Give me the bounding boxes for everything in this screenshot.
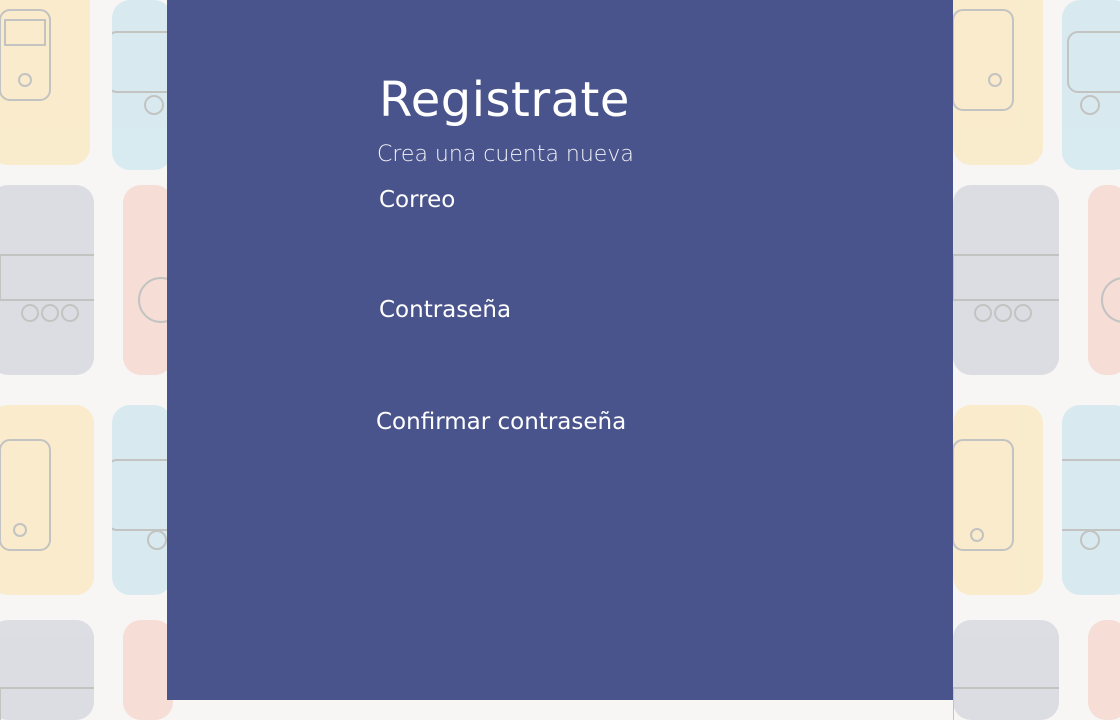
email-label: Correo: [379, 187, 456, 213]
train-icon: [953, 620, 1059, 720]
train-icon: [0, 620, 94, 720]
page-title: Registrate: [379, 72, 630, 128]
password-field[interactable]: [376, 332, 784, 368]
password-label: Contraseña: [379, 297, 512, 323]
confirm-password-field[interactable]: [376, 444, 784, 480]
bus-icon: [1062, 0, 1120, 170]
wheel-icon: [123, 185, 173, 375]
bus-icon: [953, 0, 1043, 165]
train-icon: [0, 185, 94, 375]
bus-icon: [953, 405, 1043, 595]
bus-icon: [112, 0, 172, 170]
wheel-icon: [1088, 185, 1120, 375]
wheel-icon: [123, 620, 173, 720]
page-subtitle: Crea una cuenta nueva: [377, 142, 634, 167]
bus-icon: [0, 405, 94, 595]
wheel-icon: [1088, 620, 1120, 720]
train-icon: [953, 185, 1059, 375]
bus-icon: [0, 0, 90, 165]
confirm-password-label: Confirmar contraseña: [376, 409, 627, 435]
bus-icon: [1062, 405, 1120, 595]
bus-icon: [112, 405, 172, 595]
email-field[interactable]: [376, 222, 784, 258]
